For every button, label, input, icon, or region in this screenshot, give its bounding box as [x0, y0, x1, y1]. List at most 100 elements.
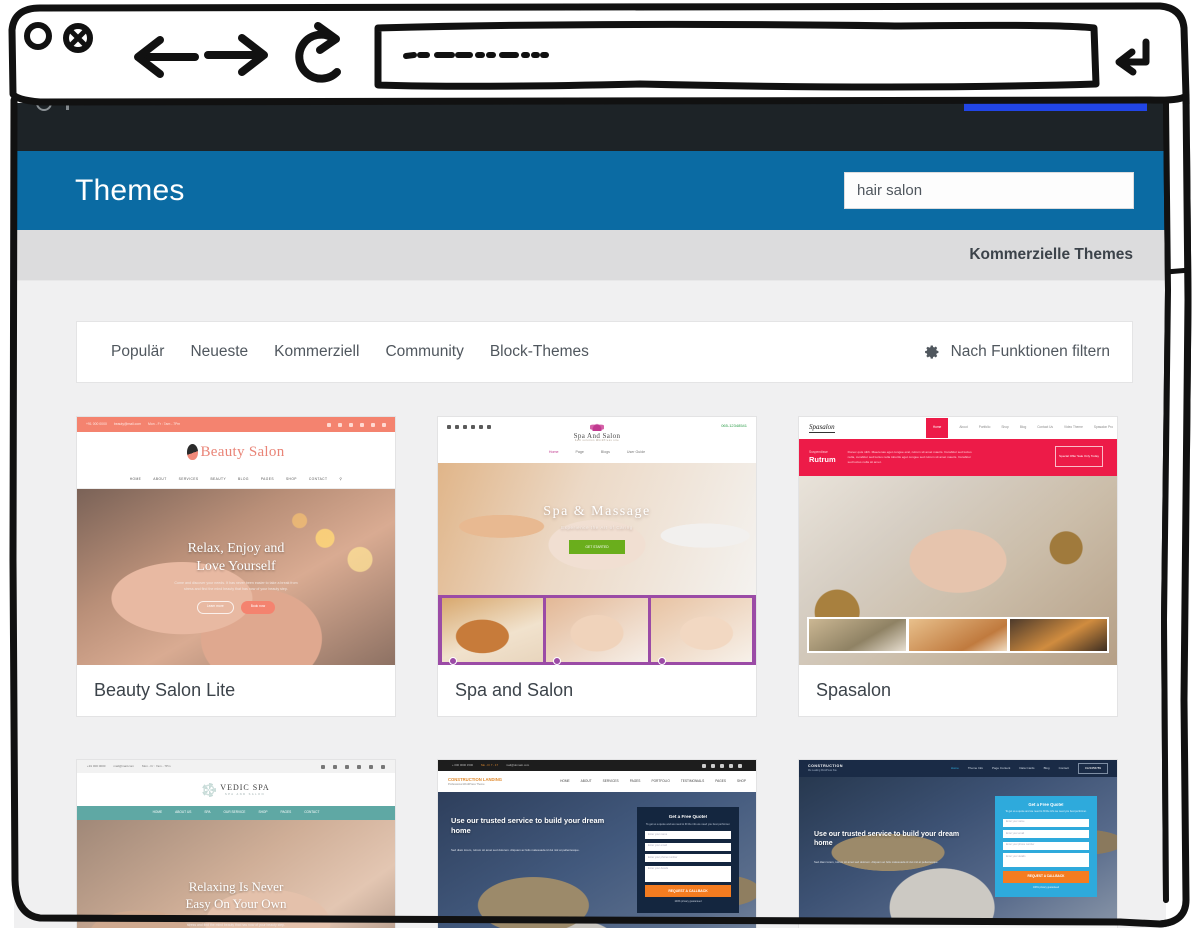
theme-title: Beauty Salon Lite [77, 665, 395, 716]
mini-form-note: 100% privacy guaranteed [1032, 886, 1060, 889]
mini-form-title: Get a Free Quote! [668, 814, 708, 819]
mini-social-icons [702, 763, 742, 768]
mini-field-name: Enter your name [1003, 818, 1089, 827]
mini-quote-form: Get a Free Quote! To get us a quote and … [637, 807, 739, 914]
wp-admin-bar [14, 103, 1166, 151]
forward-arrow-icon [204, 34, 268, 76]
mini-banner-text: Donec quis nibh. Maecenas eget congue er… [847, 450, 972, 464]
mini-form-text: To get us a quote and we need to fill th… [1005, 810, 1087, 814]
back-arrow-icon [134, 36, 199, 78]
mini-tagline: best solution WordPress site [574, 439, 620, 443]
theme-filter-bar: Populär Neueste Kommerziell Community Bl… [76, 321, 1133, 383]
mini-field-details: Enter your details [645, 865, 731, 882]
mini-nav: HOME ABOUT US SPA OUR SERVICE SHOP PAGES CON… [77, 806, 395, 820]
mini-phone: +91 000 0000 [87, 763, 106, 768]
mini-social-icons [447, 425, 491, 429]
feature-filter-button[interactable]: Nach Funktionen filtern [924, 343, 1110, 361]
mini-email: beauty@mail.com [113, 422, 142, 427]
mini-phone: 065-12348541 [721, 423, 747, 428]
mini-tagline: Professional WordPress Theme [448, 782, 485, 786]
mini-brand: VEDIC SPA [220, 783, 270, 793]
mini-nav: HOME ABOUT SERVICES BEAUTY BLOG PAGES SHOP CO… [77, 472, 395, 489]
tab-block-themes[interactable]: Block-Themes [490, 343, 589, 361]
theme-card-spa-and-salon[interactable]: 065-12348541 Spa And Salon best solution… [437, 416, 757, 717]
mini-hero-text: Come and discover your needs. It has nev… [174, 581, 298, 591]
tab-community[interactable]: Community [385, 343, 463, 361]
mini-form-note: 100% privacy guaranteed [674, 900, 702, 904]
admin-primary-button[interactable] [964, 103, 1147, 111]
mini-field-details: Enter your details [1003, 853, 1089, 868]
mini-hero-sub: Experience the Art of Caring [561, 525, 633, 531]
mini-hours: Mon - Fr : 7am - 7Pm [148, 422, 181, 427]
mini-btn-book: Book now [240, 600, 276, 614]
mini-hero-line2: Easy On Your Own [185, 895, 287, 911]
mini-brand: Spasalon [809, 423, 835, 433]
commercial-themes-link[interactable]: Kommerzielle Themes [969, 246, 1133, 264]
mini-logo-icon [202, 782, 217, 797]
mini-hero-line2: Love Yourself [196, 558, 276, 574]
theme-screenshot: CONSTRUCTION We Leading WordPress Site H… [799, 760, 1117, 935]
mini-nav: Home Page Blogs User Guide [548, 450, 646, 454]
mini-field-phone: Enter your phone number [1003, 841, 1089, 850]
mini-brand: Beauty Salon [200, 444, 285, 460]
mini-phone: + 000 0000 1500 [452, 762, 474, 767]
mini-cta: GET STARTED [569, 539, 625, 554]
mini-hero-line1: Use our trusted service to [451, 816, 543, 825]
mini-nav: Home About Portfolio Shop Blog Contact Us V… [925, 417, 1113, 439]
theme-search-input[interactable] [844, 172, 1134, 209]
mini-banner-title: Rutrum [809, 454, 836, 464]
mini-hero-line1: Relaxing Is Never [188, 879, 284, 895]
theme-card-construction-landing[interactable]: + 000 0000 1500 Mo - Fr 7 - 17 mail@doma… [437, 759, 757, 935]
tab-popular[interactable]: Populär [111, 343, 164, 361]
browser-viewport: Themes Kommerzielle Themes Populär Neues… [14, 103, 1166, 935]
mini-field-email: Enter your email [645, 842, 731, 851]
mini-social-icons [321, 764, 385, 769]
wordpress-logo-icon[interactable] [36, 103, 52, 111]
mini-nav: HOME ABOUT SERVICES PAGES PORTFOLIO TESTIMON… [560, 778, 746, 783]
tab-commercial[interactable]: Kommerziell [274, 343, 359, 361]
theme-screenshot: + 000 0000 1500 Mo - Fr 7 - 17 mail@doma… [438, 760, 756, 935]
mini-hours: Mon - Fr : 7am - 7Pm [142, 763, 171, 768]
commercial-themes-bar: Kommerzielle Themes [14, 230, 1166, 281]
mini-brand: CONSTRUCTION LANDING [448, 776, 502, 782]
theme-screenshot: Spasalon Home About Portfolio Shop Blog Co… [799, 417, 1117, 665]
mini-hero-text: Sed diam lorem, rutrum sit amet sed dolo… [451, 848, 580, 852]
mini-email: mail@domain.com [506, 762, 530, 767]
mini-form-title: Get a Free Quote! [1028, 802, 1064, 807]
theme-card-construction[interactable]: CONSTRUCTION We Leading WordPress Site H… [798, 759, 1118, 935]
mini-thumbnails [438, 595, 756, 665]
theme-screenshot: 065-12348541 Spa And Salon best solution… [438, 417, 756, 665]
theme-card-vedic-spa[interactable]: +91 000 0000 mail@mail.com Mon - Fr : 7a… [76, 759, 396, 935]
mini-form-submit: REQUEST A CALLBACK [1003, 870, 1089, 883]
mini-hero-text: Come and discover your needs. It has nev… [177, 917, 295, 927]
mini-field-phone: Enter your phone number [645, 854, 731, 863]
theme-grid: +91 000 0000 beauty@mail.com Mon - Fr : … [76, 416, 1133, 935]
mini-quote-form: Get a Free Quote! To get us a quote and … [995, 796, 1097, 898]
mini-btn-learn: Learn more [196, 600, 234, 614]
mini-banner-tag: Special Offer Sale Only Today [1055, 446, 1103, 467]
theme-title: Spasalon [799, 665, 1117, 716]
mini-email: mail@mail.com [113, 763, 134, 768]
mini-tagline: We Leading WordPress Site [808, 770, 837, 773]
theme-card-spasalon[interactable]: Spasalon Home About Portfolio Shop Blog Co… [798, 416, 1118, 717]
window-control-icons [24, 22, 93, 53]
mini-field-email: Enter your email [1003, 830, 1089, 839]
mini-form-submit: REQUEST A CALLBACK [645, 885, 731, 898]
mini-form-text: To get us a quote and we need to fill th… [645, 822, 731, 826]
reload-icon [295, 22, 341, 83]
mini-call-button: 0123456789 [1077, 762, 1108, 775]
mini-hero-line1: Use our trusted service to [814, 831, 901, 838]
mini-lotus-icon [590, 421, 604, 431]
mini-hero-text: Sed diam lorem, rutrum sit amet sed dolo… [814, 860, 939, 864]
theme-title: Spa and Salon [438, 665, 756, 716]
mini-nav: Home Theme Info Page Content Data Cards Bl… [951, 762, 1108, 775]
feature-filter-label: Nach Funktionen filtern [950, 343, 1110, 360]
theme-filter-tabs: Populär Neueste Kommerziell Community Bl… [111, 343, 589, 361]
mini-social-icons [327, 422, 386, 427]
mini-search-icon: ⚲ [339, 477, 343, 482]
mini-logo-icon [187, 444, 199, 460]
mini-phone: +91 000 0000 [86, 422, 107, 427]
site-name-icon[interactable] [66, 103, 69, 110]
theme-card-beauty-salon-lite[interactable]: +91 000 0000 beauty@mail.com Mon - Fr : … [76, 416, 396, 717]
tab-newest[interactable]: Neueste [190, 343, 248, 361]
